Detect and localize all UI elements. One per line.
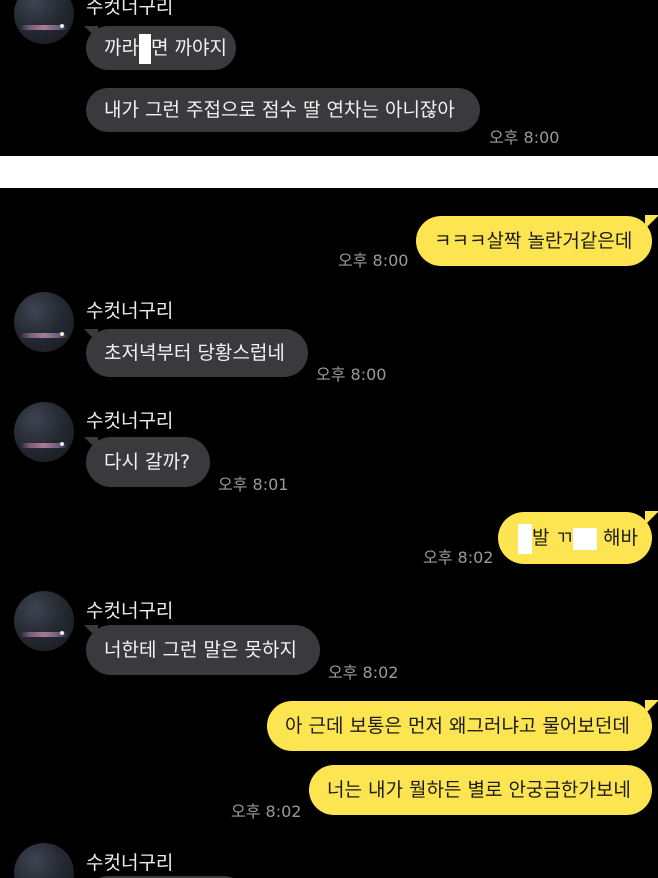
message-timestamp: 오후 8:00 bbox=[489, 128, 560, 147]
censor-mask bbox=[518, 523, 532, 554]
message-timestamp: 오후 8:02 bbox=[231, 802, 302, 821]
screenshot-separator bbox=[0, 156, 658, 188]
message-bubble-outgoing[interactable]: 발 ㄲ 해바 bbox=[498, 512, 652, 564]
sender-name: 수컷너구리 bbox=[86, 0, 174, 18]
message-text: 내가 그런 주접으로 점수 딸 연차는 아니잖아 bbox=[104, 99, 455, 121]
message-text: 아 근데 보통은 먼저 왜그러냐고 물어보던데 bbox=[285, 715, 630, 737]
message-bubble-incoming[interactable]: 까라 면 까야지 bbox=[86, 26, 236, 70]
sender-avatar[interactable] bbox=[14, 843, 74, 878]
sender-avatar[interactable] bbox=[14, 591, 74, 651]
sender-name: 수컷너구리 bbox=[86, 600, 174, 622]
sender-avatar[interactable] bbox=[14, 0, 74, 44]
sender-name: 수컷너구리 bbox=[86, 852, 174, 874]
sender-avatar[interactable] bbox=[14, 402, 74, 462]
message-timestamp: 오후 8:00 bbox=[338, 251, 409, 270]
message-text: 다시 갈까? bbox=[104, 451, 191, 473]
message-bubble-incoming[interactable]: 초저녁부터 당황스럽네 bbox=[86, 329, 308, 377]
message-timestamp: 오후 8:02 bbox=[423, 548, 494, 567]
message-text: 너는 내가 뭘하든 별로 안궁금한가보네 bbox=[327, 779, 631, 801]
message-timestamp: 오후 8:02 bbox=[328, 663, 399, 682]
message-bubble-incoming[interactable]: 너한테 그런 말은 못하지 bbox=[86, 625, 320, 675]
message-timestamp: 오후 8:01 bbox=[218, 475, 289, 494]
message-text: ㅋㅋㅋ살짝 놀란거같은데 bbox=[434, 230, 633, 252]
sender-avatar[interactable] bbox=[14, 292, 74, 352]
message-timestamp: 오후 8:00 bbox=[316, 365, 387, 384]
message-text: 초저녁부터 당황스럽네 bbox=[104, 342, 285, 364]
bubble-tail bbox=[645, 511, 658, 525]
message-bubble-incoming[interactable]: 내가 그런 주접으로 점수 딸 연차는 아니잖아 bbox=[86, 88, 480, 132]
chat-panel-main: 오후 8:00 ㅋㅋㅋ살짝 놀란거같은데 수컷너구리 초저녁부터 당황스럽네 오… bbox=[0, 188, 658, 878]
bubble-tail bbox=[645, 700, 658, 714]
message-text-part: 해바 bbox=[603, 527, 639, 549]
message-text: 너한테 그런 말은 못하지 bbox=[104, 639, 297, 661]
censor-mask bbox=[138, 33, 151, 64]
message-bubble-incoming[interactable]: 다시 갈까? bbox=[86, 437, 210, 487]
sender-name: 수컷너구리 bbox=[86, 300, 174, 322]
censor-mask bbox=[573, 527, 597, 550]
message-bubble-outgoing[interactable]: ㅋㅋㅋ살짝 놀란거같은데 bbox=[416, 216, 652, 266]
message-text-part: 발 ㄲ bbox=[532, 527, 573, 549]
chat-panel-top: 수컷너구리 까라 면 까야지 내가 그런 주접으로 점수 딸 연차는 아니잖아 오… bbox=[0, 0, 658, 156]
message-bubble-outgoing[interactable]: 너는 내가 뭘하든 별로 안궁금한가보네 bbox=[309, 765, 652, 815]
sender-name: 수컷너구리 bbox=[86, 410, 174, 432]
bubble-tail bbox=[645, 215, 658, 229]
message-text-part: 까라 bbox=[104, 37, 139, 59]
message-text-part: 면 까야지 bbox=[150, 37, 227, 59]
message-bubble-outgoing[interactable]: 아 근데 보통은 먼저 왜그러냐고 물어보던데 bbox=[267, 701, 652, 751]
